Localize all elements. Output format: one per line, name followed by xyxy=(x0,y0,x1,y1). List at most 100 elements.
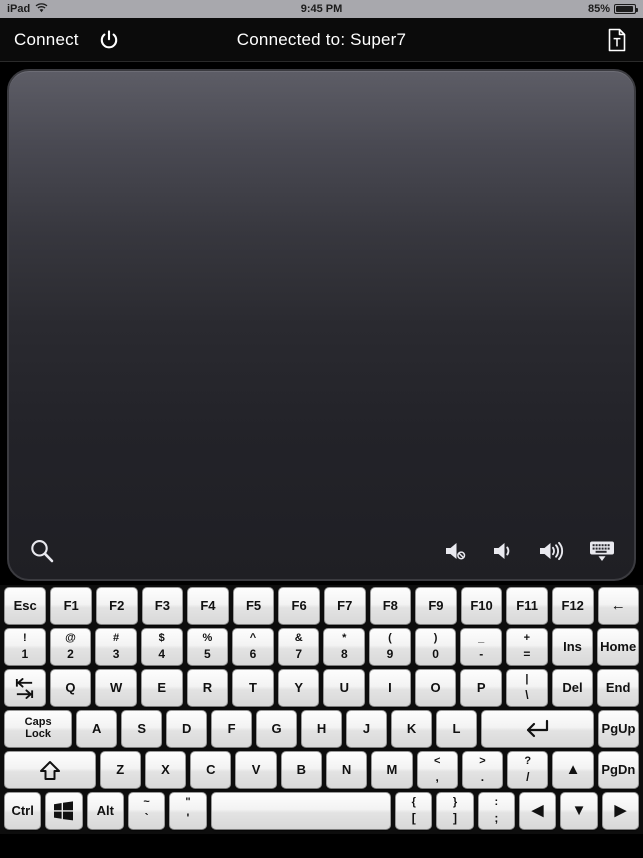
key-r[interactable]: R xyxy=(186,669,229,707)
key-shift[interactable] xyxy=(4,751,96,789)
volume-mute-icon[interactable] xyxy=(444,540,470,562)
key-s[interactable]: S xyxy=(121,710,163,748)
key-esc[interactable]: Esc xyxy=(4,587,47,625)
key-p[interactable]: P xyxy=(460,669,503,707)
volume-down-icon[interactable] xyxy=(492,540,516,562)
key-g[interactable]: G xyxy=(256,710,298,748)
key-f10[interactable]: F10 xyxy=(460,587,503,625)
key-t[interactable]: T xyxy=(232,669,274,707)
key-8[interactable]: * 8 xyxy=(323,628,366,666)
key-minus[interactable]: _ - xyxy=(460,628,503,666)
key-home[interactable]: Home xyxy=(597,628,639,666)
key-bracket-right[interactable]: }] xyxy=(436,792,474,830)
key-pgdn[interactable]: PgDn xyxy=(597,751,639,789)
key-ctrl[interactable]: Ctrl xyxy=(4,792,42,830)
key-n[interactable]: N xyxy=(325,751,368,789)
trackpad-surface[interactable] xyxy=(7,69,636,581)
key-bracket-right-base-legend: ] xyxy=(453,811,458,826)
key-a[interactable]: A xyxy=(76,710,118,748)
key-w[interactable]: W xyxy=(95,669,137,707)
key-quote[interactable]: " ' xyxy=(169,792,207,830)
key-m[interactable]: M xyxy=(371,751,413,789)
key-semicolon[interactable]: :; xyxy=(477,792,516,830)
key-f12[interactable]: F12 xyxy=(551,587,594,625)
key-backslash-base-legend: \ xyxy=(525,688,529,703)
key-enter[interactable] xyxy=(480,710,595,748)
key-tab[interactable] xyxy=(4,669,46,707)
key-del[interactable]: Del xyxy=(551,669,594,707)
key-d[interactable]: D xyxy=(166,710,208,748)
key-c[interactable]: C xyxy=(190,751,232,789)
volume-up-icon[interactable] xyxy=(538,540,566,562)
key-f6[interactable]: F6 xyxy=(278,587,320,625)
key-arrow-up[interactable]: ▲ xyxy=(552,751,594,789)
key-pgup[interactable]: PgUp xyxy=(598,710,639,748)
key-f[interactable]: F xyxy=(211,710,253,748)
key-o[interactable]: O xyxy=(414,669,457,707)
key-x[interactable]: X xyxy=(144,751,187,789)
key-2[interactable]: @2 xyxy=(49,628,92,666)
key-g-label: G xyxy=(271,721,282,737)
battery-fill xyxy=(616,6,633,12)
key-f7[interactable]: F7 xyxy=(323,587,366,625)
key-v[interactable]: V xyxy=(235,751,277,789)
key-h[interactable]: H xyxy=(301,710,343,748)
key-arrow-left[interactable]: ◀ xyxy=(519,792,557,830)
key-slash[interactable]: ? / xyxy=(507,751,549,789)
search-icon[interactable] xyxy=(27,536,57,566)
key-f5[interactable]: F5 xyxy=(232,587,275,625)
key-pgup-label: PgUp xyxy=(601,721,636,737)
key-5[interactable]: % 5 xyxy=(186,628,229,666)
key-3[interactable]: #3 xyxy=(95,628,137,666)
key-space[interactable] xyxy=(210,792,392,830)
key-bracket-left[interactable]: {[ xyxy=(395,792,433,830)
key-j[interactable]: J xyxy=(346,710,388,748)
key-arrow-down[interactable]: ▼ xyxy=(560,792,598,830)
key-alt[interactable]: Alt xyxy=(86,792,124,830)
key-comma[interactable]: <, xyxy=(416,751,458,789)
key-caps-lock[interactable]: Caps Lock xyxy=(4,710,73,748)
key-f4[interactable]: F4 xyxy=(187,587,229,625)
key-arrow-up-label: ▲ xyxy=(565,761,581,779)
key-backspace[interactable]: ← xyxy=(597,587,640,625)
key-windows[interactable] xyxy=(45,792,83,830)
key-u[interactable]: U xyxy=(323,669,366,707)
key-1[interactable]: ! 1 xyxy=(4,628,46,666)
key-comma-shifted-legend: < xyxy=(433,755,441,768)
key-f2[interactable]: F2 xyxy=(95,587,138,625)
hide-keyboard-icon[interactable] xyxy=(588,539,616,563)
text-document-icon[interactable] xyxy=(605,27,629,53)
key-arrow-right[interactable]: ▶ xyxy=(601,792,640,830)
key-z[interactable]: Z xyxy=(99,751,141,789)
key-4[interactable]: $4 xyxy=(140,628,183,666)
key-k[interactable]: K xyxy=(391,710,432,748)
connect-button[interactable]: Connect xyxy=(14,30,79,50)
key-7-shifted-legend: & xyxy=(294,632,303,645)
key-e[interactable]: E xyxy=(140,669,183,707)
key-i[interactable]: I xyxy=(369,669,411,707)
key-f8[interactable]: F8 xyxy=(369,587,412,625)
key-7[interactable]: & 7 xyxy=(277,628,320,666)
key-ins[interactable]: Ins xyxy=(551,628,594,666)
key-4-base-legend: 4 xyxy=(158,647,166,662)
key-b[interactable]: B xyxy=(280,751,322,789)
key-9[interactable]: (9 xyxy=(369,628,411,666)
key-end[interactable]: End xyxy=(597,669,639,707)
power-icon[interactable] xyxy=(96,27,122,53)
key-y[interactable]: Y xyxy=(277,669,320,707)
key-equals[interactable]: + = xyxy=(506,628,548,666)
key-q[interactable]: Q xyxy=(49,669,92,707)
key-f3[interactable]: F3 xyxy=(141,587,184,625)
key-l[interactable]: L xyxy=(436,710,477,748)
key-f11[interactable]: F11 xyxy=(506,587,548,625)
key-grave[interactable]: ~ ` xyxy=(127,792,166,830)
qwerty-row: Q W E R T Y U I O P | \ Del End xyxy=(4,669,639,707)
key-6[interactable]: ^ 6 xyxy=(232,628,274,666)
key-backslash[interactable]: | \ xyxy=(506,669,548,707)
key-0[interactable]: ) 0 xyxy=(414,628,457,666)
key-f9-label: F9 xyxy=(428,598,444,614)
key-period[interactable]: >. xyxy=(461,751,504,789)
key-f1[interactable]: F1 xyxy=(50,587,92,625)
key-f9[interactable]: F9 xyxy=(415,587,457,625)
key-arrow-right-label: ▶ xyxy=(614,802,627,820)
